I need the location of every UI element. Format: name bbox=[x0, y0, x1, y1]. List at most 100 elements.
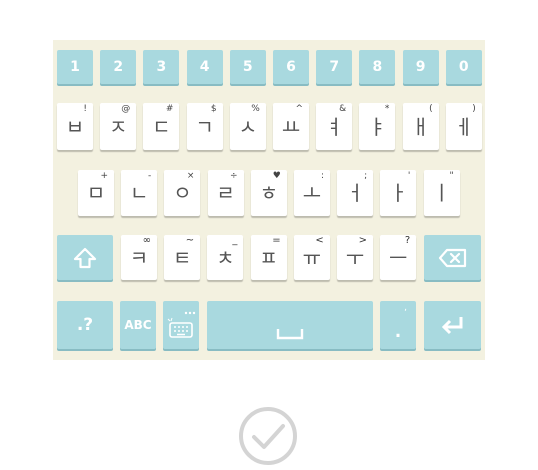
number-key[interactable]: 5 bbox=[229, 50, 266, 84]
shift-key[interactable] bbox=[57, 235, 113, 280]
number-key[interactable]: 0 bbox=[445, 50, 482, 84]
letter-key[interactable]: = ㅍ bbox=[250, 235, 287, 280]
letter-key[interactable]: :ㅗ bbox=[294, 170, 330, 216]
letter-key-symbol: * bbox=[384, 104, 390, 114]
letter-key-label: ㅏ bbox=[389, 181, 408, 205]
letter-key[interactable]: * ㅑ bbox=[359, 103, 396, 150]
letter-key[interactable]: ∞ ㅋ bbox=[121, 235, 157, 280]
letter-key-label: ㄹ bbox=[216, 181, 235, 205]
letter-key-symbol: ∞ bbox=[142, 235, 151, 246]
number-key-label: 1 bbox=[70, 59, 80, 75]
letter-key-label: ㅋ bbox=[129, 245, 149, 270]
letter-key[interactable]: @ ㅈ bbox=[100, 103, 137, 150]
letter-key[interactable]: ; ㅓ bbox=[337, 170, 374, 216]
letter-key-label: ㅎ bbox=[259, 181, 278, 205]
letter-key[interactable]: ♥ ㅎ bbox=[250, 170, 287, 216]
number-key[interactable]: 1 bbox=[57, 50, 93, 84]
letter-key-label: ㅠ bbox=[302, 245, 321, 270]
letter-key-symbol: ÷ bbox=[230, 171, 238, 181]
letter-key-symbol: _ bbox=[232, 235, 238, 246]
enter-icon bbox=[441, 317, 462, 335]
symbols-key[interactable]: .? bbox=[57, 301, 113, 349]
korean-keyboard: .? ABC , . 1 2 3 4 5 6 7 8 9 0! ㅂ @ ㅈ # ㄷ $ ㄱ% ㅅ ^ ㅛ & ㅕ * ㅑ(ㅐ)… bbox=[53, 40, 485, 360]
abc-key-label: ABC bbox=[124, 318, 152, 332]
letter-key[interactable]: ? ㅡ bbox=[380, 235, 417, 280]
letter-key[interactable]: -ㄴ bbox=[121, 170, 158, 216]
number-key[interactable]: 8 bbox=[359, 50, 396, 84]
letter-key-symbol: + bbox=[100, 171, 108, 181]
letter-key-symbol: & bbox=[339, 104, 347, 114]
check-circle-icon bbox=[239, 407, 297, 465]
letter-key-label: ㄷ bbox=[152, 114, 171, 139]
shift-icon bbox=[73, 247, 97, 268]
number-key-label: 5 bbox=[242, 59, 253, 75]
letter-key[interactable]: < ㅠ bbox=[293, 235, 330, 280]
letter-key[interactable]: % ㅅ bbox=[229, 103, 266, 150]
letter-key[interactable]: $ ㄱ bbox=[186, 103, 223, 150]
letter-key-symbol: < bbox=[315, 235, 324, 246]
letter-key-symbol: > bbox=[358, 235, 367, 246]
letter-key-symbol: ; bbox=[364, 171, 368, 181]
letter-key-label: ㅔ bbox=[454, 114, 473, 139]
number-key[interactable]: 6 bbox=[273, 50, 309, 84]
space-icon bbox=[276, 329, 304, 340]
letter-key-label: ㅍ bbox=[259, 245, 278, 270]
abc-key[interactable]: ABC bbox=[120, 301, 156, 349]
letter-key-symbol: ( bbox=[429, 104, 433, 114]
letter-key-symbol: ? bbox=[404, 235, 411, 246]
letter-key-symbol: # bbox=[165, 104, 174, 114]
number-key-label: 8 bbox=[372, 59, 383, 75]
keyboard-settings-key[interactable] bbox=[163, 301, 199, 349]
letter-key[interactable]: + ㅁ bbox=[78, 170, 114, 216]
number-key[interactable]: 7 bbox=[316, 50, 353, 84]
number-key-label: 2 bbox=[113, 59, 124, 75]
letter-key-symbol: % bbox=[251, 104, 260, 114]
letter-key-label: ㅕ bbox=[324, 114, 344, 139]
letter-key[interactable]: ! ㅂ bbox=[57, 103, 93, 150]
number-key-label: 7 bbox=[329, 59, 340, 75]
letter-key[interactable]: (ㅐ bbox=[402, 103, 439, 150]
letter-key[interactable]: ÷ ㄹ bbox=[207, 170, 244, 216]
letter-key-label: ㅓ bbox=[345, 181, 365, 205]
letter-key[interactable]: ^ ㅛ bbox=[273, 103, 309, 150]
letter-key[interactable]: × ㅇ bbox=[164, 170, 201, 216]
number-key[interactable]: 3 bbox=[143, 50, 180, 84]
letter-key[interactable]: ) ㅔ bbox=[445, 103, 482, 150]
letter-key[interactable]: " ㅣ bbox=[423, 170, 460, 216]
letter-key[interactable]: # ㄷ bbox=[143, 103, 180, 150]
letter-key-label: ㅜ bbox=[345, 245, 365, 270]
letter-key[interactable]: _ ㅊ bbox=[207, 235, 244, 280]
confirm-button[interactable] bbox=[238, 406, 298, 466]
period-key[interactable]: , . bbox=[380, 301, 416, 349]
period-key-sub: , bbox=[404, 303, 407, 313]
backspace-key[interactable] bbox=[424, 235, 481, 280]
letter-key-symbol: ^ bbox=[295, 104, 303, 114]
letter-key-label: ㅛ bbox=[281, 114, 301, 139]
letter-key-symbol: = bbox=[272, 235, 281, 246]
letter-key[interactable]: ' ㅏ bbox=[380, 170, 417, 216]
letter-key-label: ㅌ bbox=[172, 245, 192, 270]
letter-key[interactable]: & ㅕ bbox=[316, 103, 353, 150]
number-key[interactable]: 4 bbox=[186, 50, 223, 84]
letter-key-symbol: @ bbox=[121, 104, 131, 114]
space-key[interactable] bbox=[207, 301, 373, 349]
letter-key-label: ㅑ bbox=[368, 114, 387, 139]
number-key-label: 4 bbox=[199, 59, 210, 75]
number-key[interactable]: 9 bbox=[402, 50, 439, 84]
letter-key-label: ㅂ bbox=[65, 114, 85, 139]
letter-key-symbol: ♥ bbox=[272, 171, 281, 181]
letter-key[interactable]: > ㅜ bbox=[337, 235, 373, 280]
letter-key-symbol: ' bbox=[407, 171, 411, 181]
letter-key-label: ㅈ bbox=[108, 114, 128, 139]
letter-key-label: ㄴ bbox=[129, 181, 149, 205]
letter-key-label: ㅗ bbox=[302, 181, 322, 205]
letter-key-symbol: - bbox=[147, 171, 152, 181]
letter-key[interactable]: ~ ㅌ bbox=[164, 235, 201, 280]
letter-key-label: ㅡ bbox=[388, 245, 408, 270]
number-key[interactable]: 2 bbox=[100, 50, 137, 84]
letter-key-symbol: $ bbox=[210, 104, 217, 114]
letter-key-label: ㄱ bbox=[195, 114, 214, 139]
period-key-label: . bbox=[394, 322, 402, 342]
letter-key-label: ㅣ bbox=[432, 181, 451, 205]
enter-key[interactable] bbox=[424, 301, 481, 349]
